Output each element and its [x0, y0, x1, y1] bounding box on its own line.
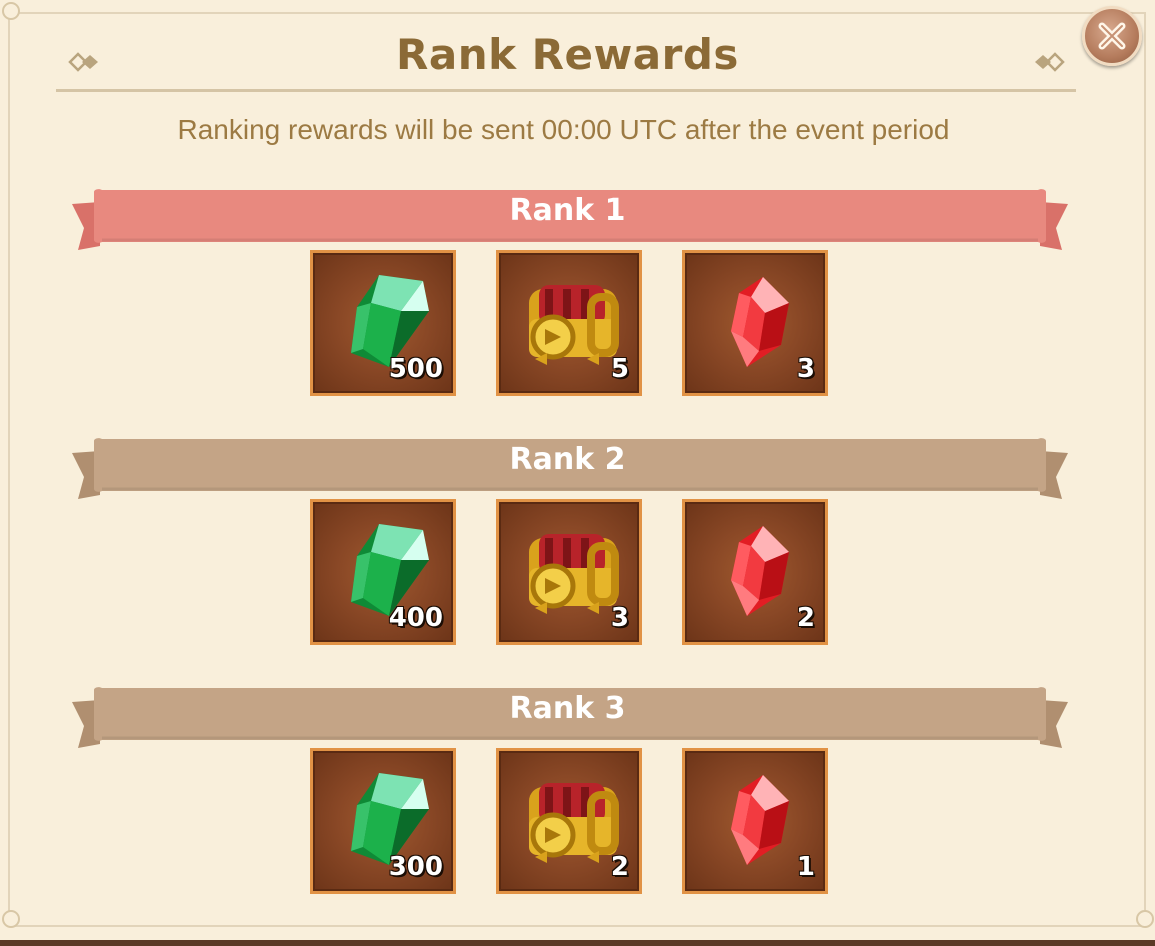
reward-count: 300: [388, 852, 443, 882]
reward-count: 400: [388, 603, 443, 633]
title-divider: [56, 89, 1076, 92]
dialog-title: Rank Rewards: [396, 30, 739, 79]
reward-count: 5: [610, 354, 629, 384]
reward-count: 3: [610, 603, 629, 633]
reward-slot[interactable]: 300: [310, 748, 456, 894]
reward-slot[interactable]: 5: [496, 250, 642, 396]
rank-label: Rank 2: [509, 442, 626, 477]
close-button[interactable]: [1082, 6, 1142, 66]
reward-slot[interactable]: 2: [682, 499, 828, 645]
reward-count: 2: [610, 852, 629, 882]
reward-count: 3: [796, 354, 815, 384]
dialog-subtitle: Ranking rewards will be sent 00:00 UTC a…: [177, 114, 950, 145]
rank-rewards-dialog: Rank Rewards Ranking rewards will be sen…: [0, 0, 1155, 940]
corner-ornament: [2, 910, 20, 928]
reward-count: 500: [388, 354, 443, 384]
reward-slot[interactable]: 2: [496, 748, 642, 894]
reward-slot[interactable]: 3: [682, 250, 828, 396]
reward-slot[interactable]: 1: [682, 748, 828, 894]
rank-label: Rank 3: [509, 691, 626, 726]
corner-ornament: [2, 2, 20, 20]
reward-slot[interactable]: 3: [496, 499, 642, 645]
reward-slot[interactable]: 400: [310, 499, 456, 645]
reward-count: 1: [796, 852, 815, 882]
rank-label: Rank 1: [509, 193, 626, 228]
corner-ornament: [1136, 910, 1154, 928]
reward-count: 2: [796, 603, 815, 633]
close-icon: [1098, 22, 1126, 50]
reward-slot[interactable]: 500: [310, 250, 456, 396]
